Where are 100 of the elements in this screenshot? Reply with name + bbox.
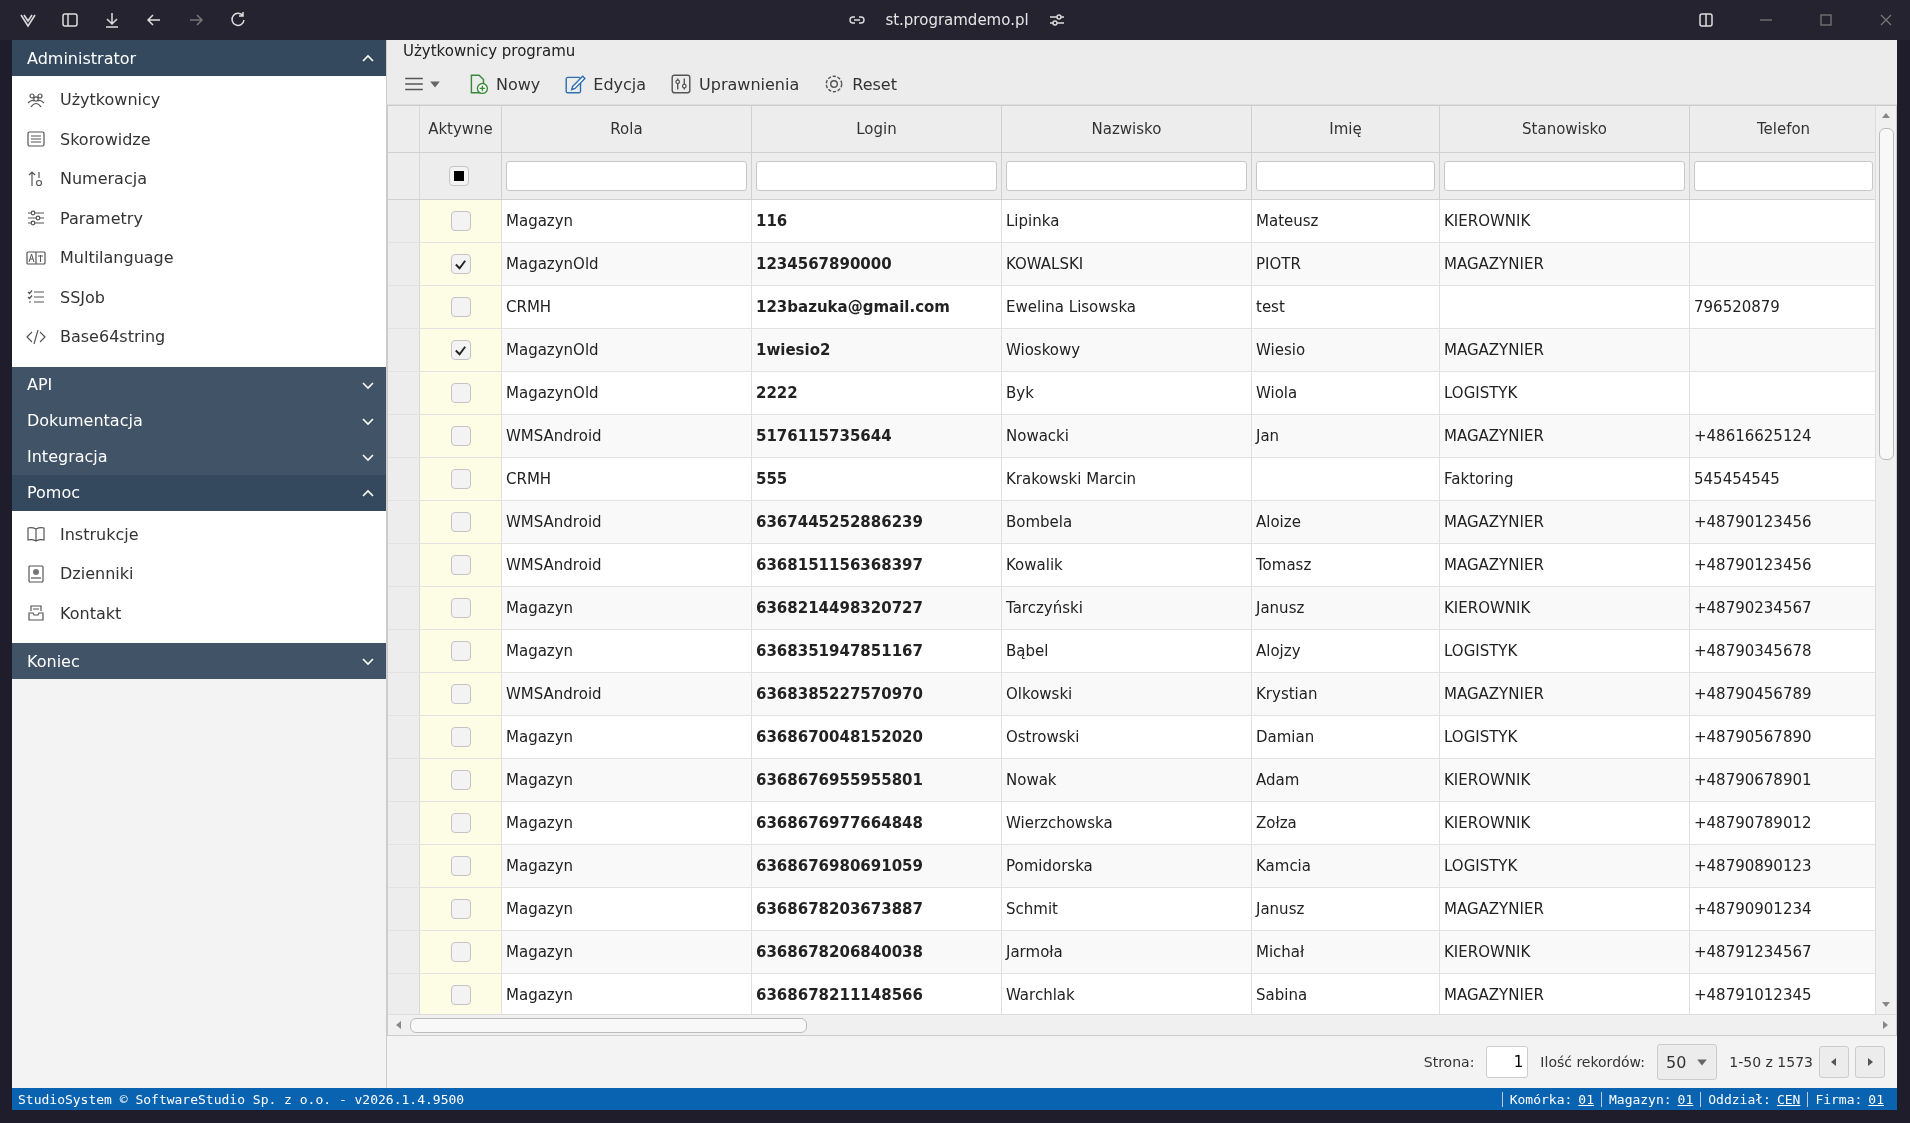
checkbox[interactable]: [450, 254, 471, 274]
table-cell: +48790901234: [1694, 900, 1812, 918]
checkbox[interactable]: [450, 469, 471, 489]
column-header[interactable]: Aktywne: [420, 106, 502, 152]
filter-field[interactable]: [506, 161, 747, 191]
row-header[interactable]: [388, 372, 420, 414]
row-header[interactable]: [388, 544, 420, 586]
row-header[interactable]: [388, 931, 420, 973]
sidebar-group-header[interactable]: Administrator: [12, 40, 386, 76]
row-header[interactable]: [388, 329, 420, 371]
row-header[interactable]: [388, 974, 420, 1014]
column-header[interactable]: Login: [752, 106, 1002, 152]
scrollbar-thumb[interactable]: [410, 1017, 807, 1033]
checkbox[interactable]: [450, 985, 471, 1005]
row-header[interactable]: [388, 286, 420, 328]
checkbox[interactable]: [450, 770, 471, 790]
column-header[interactable]: Imię: [1252, 106, 1440, 152]
next-page-button[interactable]: [1855, 1046, 1885, 1078]
address-text[interactable]: st.programdemo.pl: [885, 11, 1029, 29]
split-view-icon[interactable]: [1696, 10, 1716, 30]
table-cell: Damian: [1256, 728, 1315, 746]
toolbar-button[interactable]: Nowy: [463, 69, 545, 99]
page-size-dropdown[interactable]: 50: [1657, 1044, 1718, 1080]
page-field[interactable]: 1: [1486, 1046, 1529, 1078]
sidebar-group-header[interactable]: Pomoc: [12, 474, 386, 511]
checkbox[interactable]: [450, 641, 471, 661]
row-header[interactable]: [388, 501, 420, 543]
status-link[interactable]: CEN: [1776, 1091, 1801, 1107]
row-header[interactable]: [388, 415, 420, 457]
checkbox[interactable]: [450, 856, 471, 876]
row-header[interactable]: [388, 458, 420, 500]
checkbox[interactable]: [450, 426, 471, 446]
row-header[interactable]: [388, 673, 420, 715]
row-header[interactable]: [388, 630, 420, 672]
scroll-left-icon[interactable]: [394, 1020, 404, 1030]
filter-field[interactable]: [1256, 161, 1435, 191]
checkbox[interactable]: [450, 555, 471, 575]
checkbox[interactable]: [450, 813, 471, 833]
status-link[interactable]: 01: [1868, 1091, 1884, 1107]
checkbox[interactable]: [450, 512, 471, 532]
sidebar-item[interactable]: Instrukcje: [60, 524, 139, 544]
checkbox[interactable]: [450, 383, 471, 403]
row-header[interactable]: [388, 716, 420, 758]
row-header[interactable]: [388, 200, 420, 242]
checkbox[interactable]: [450, 899, 471, 919]
row-header[interactable]: [388, 759, 420, 801]
scroll-up-icon[interactable]: [1881, 111, 1891, 121]
right-arrow-icon: [1865, 1057, 1875, 1067]
sidebar-item[interactable]: Dzienniki: [60, 564, 134, 584]
sidebar-item[interactable]: Numeracja: [60, 169, 147, 189]
status-link[interactable]: 01: [1677, 1091, 1694, 1107]
row-header[interactable]: [388, 802, 420, 844]
column-header[interactable]: Stanowisko: [1440, 106, 1690, 152]
checkbox[interactable]: [450, 942, 471, 962]
scrollbar-thumb[interactable]: [1878, 128, 1894, 460]
sidebar-group-header[interactable]: Dokumentacja: [12, 402, 386, 439]
row-header[interactable]: [388, 243, 420, 285]
row-header[interactable]: [388, 888, 420, 930]
scroll-right-icon[interactable]: [1880, 1020, 1890, 1030]
filter-checkbox[interactable]: [448, 166, 469, 186]
checkbox[interactable]: [450, 727, 471, 747]
table-cell: CRMH: [506, 298, 552, 316]
sidebar-item[interactable]: Użytkownicy: [60, 90, 161, 110]
filter-field[interactable]: [756, 161, 997, 191]
filter-field[interactable]: [1444, 161, 1685, 191]
table-cell: WMSAndroid: [506, 427, 602, 445]
filter-field[interactable]: [1694, 161, 1873, 191]
sidebar-item[interactable]: Kontakt: [60, 603, 122, 623]
table-cell: 2222: [756, 384, 798, 402]
sidebar-group-header[interactable]: Koniec: [12, 643, 386, 679]
sidebar-group-header[interactable]: API: [12, 366, 386, 403]
table-cell: Tomasz: [1256, 556, 1312, 574]
previous-page-button[interactable]: [1819, 1046, 1849, 1078]
status-link[interactable]: 01: [1578, 1091, 1594, 1107]
toolbar-button[interactable]: Edycja: [560, 69, 651, 99]
sidebar-toggle-icon[interactable]: [60, 10, 80, 30]
scroll-down-icon[interactable]: [1881, 999, 1891, 1009]
table-cell: KIEROWNIK: [1444, 814, 1531, 832]
checkbox[interactable]: [450, 684, 471, 704]
column-header[interactable]: Rola: [502, 106, 752, 152]
checkbox[interactable]: [450, 297, 471, 317]
toolbar-button[interactable]: Reset: [819, 69, 901, 99]
checkbox[interactable]: [450, 340, 471, 360]
table-cell: Lipinka: [1006, 212, 1060, 230]
table-cell: MagazynOld: [506, 384, 599, 402]
sidebar-item[interactable]: SSJob: [60, 287, 105, 307]
checkbox[interactable]: [450, 598, 471, 618]
sidebar-item[interactable]: Base64string: [60, 327, 166, 347]
row-header[interactable]: [388, 845, 420, 887]
sidebar-item[interactable]: Multilanguage: [60, 248, 174, 268]
filter-field[interactable]: [1006, 161, 1247, 191]
toolbar-button[interactable]: Uprawnienia: [666, 69, 804, 99]
sidebar-group-header[interactable]: Integracja: [12, 438, 386, 475]
status-text: StudioSystem © SoftwareStudio Sp. z o.o. - v2026.1.4.9500: [18, 1091, 465, 1107]
column-header[interactable]: Nazwisko: [1002, 106, 1252, 152]
sidebar-item[interactable]: Parametry: [60, 208, 143, 228]
checkbox[interactable]: [450, 211, 471, 231]
row-header[interactable]: [388, 587, 420, 629]
sidebar-item[interactable]: Skorowidze: [60, 129, 151, 149]
table-cell: MAGAZYNIER: [1444, 556, 1544, 574]
